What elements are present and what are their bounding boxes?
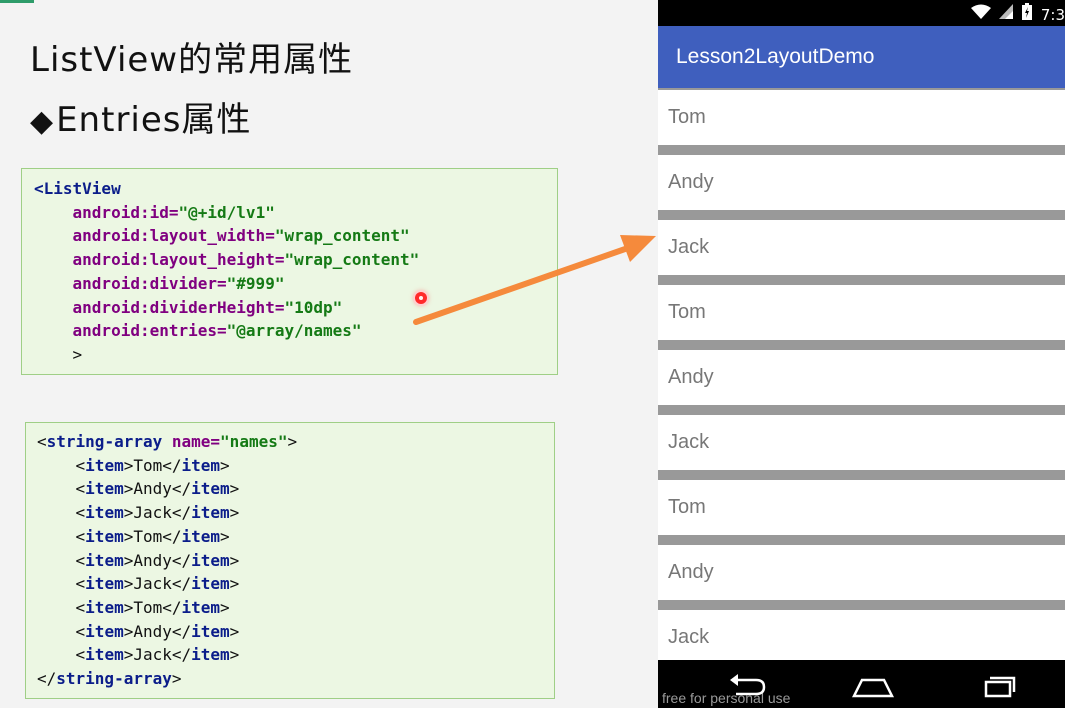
- back-icon: [730, 674, 766, 696]
- status-time: 7:3: [1040, 6, 1065, 24]
- recents-icon: [984, 676, 1016, 698]
- signal-icon: [999, 4, 1018, 24]
- list-item[interactable]: Tom: [658, 480, 1065, 535]
- arrow-head-icon: [620, 235, 656, 262]
- recents-button[interactable]: [974, 670, 1024, 700]
- list-item-label: Tom: [668, 301, 706, 323]
- phone-screen: 7:3 Lesson2LayoutDemo Tom Andy Jack Tom Andy…: [658, 0, 1065, 708]
- list-view[interactable]: Tom Andy Jack Tom Andy Jack Tom Andy Jack: [658, 88, 1065, 665]
- arrow-line: [413, 245, 631, 325]
- list-item[interactable]: Tom: [658, 90, 1065, 145]
- list-item-label: Andy: [668, 366, 714, 388]
- home-button[interactable]: [848, 670, 898, 700]
- list-item[interactable]: Jack: [658, 220, 1065, 275]
- status-bar: 7:3: [658, 0, 1065, 26]
- battery-icon: [1022, 3, 1037, 24]
- list-item-label: Andy: [668, 561, 714, 583]
- list-item[interactable]: Andy: [658, 545, 1065, 600]
- list-item-label: Jack: [668, 431, 710, 453]
- list-item-label: Tom: [668, 496, 706, 518]
- list-item[interactable]: Jack: [658, 415, 1065, 470]
- list-item[interactable]: Tom: [658, 285, 1065, 340]
- list-item[interactable]: Andy: [658, 350, 1065, 405]
- app-title: Lesson2LayoutDemo: [676, 45, 875, 68]
- list-item-label: Jack: [668, 236, 710, 258]
- list-item[interactable]: Jack: [658, 610, 1065, 665]
- home-icon: [851, 678, 895, 698]
- wifi-icon: [970, 4, 996, 24]
- navigation-bar: free for personal use: [658, 660, 1065, 708]
- list-item[interactable]: Andy: [658, 155, 1065, 210]
- list-item-label: Andy: [668, 171, 714, 193]
- list-item-label: Tom: [668, 106, 706, 128]
- status-icons: 7:3: [967, 3, 1065, 24]
- back-button[interactable]: [722, 670, 772, 700]
- app-bar: Lesson2LayoutDemo: [658, 26, 1065, 88]
- list-item-label: Jack: [668, 626, 710, 648]
